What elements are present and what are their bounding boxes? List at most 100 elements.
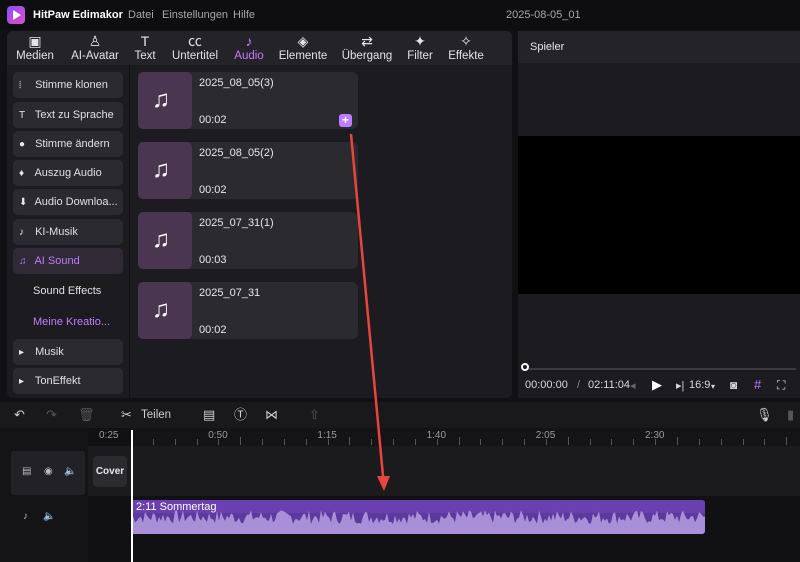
- audio-clip-label: 2:11 Sommertag: [136, 501, 217, 513]
- microphone-icon[interactable]: 🎙: [756, 407, 773, 423]
- redo-icon[interactable]: ↷: [46, 407, 57, 423]
- tool-ai-avatar[interactable]: ♙ AI-Avatar: [65, 33, 125, 65]
- ruler-tick: [698, 439, 700, 445]
- category-auszug-audio[interactable]: ♦ Auszug Audio: [13, 160, 123, 186]
- audio-item-name: 2025_07_31(1): [199, 217, 274, 229]
- tool-uebergang[interactable]: ⇄ Übergang: [338, 33, 396, 65]
- ruler-tick: [152, 439, 154, 445]
- tool-label: Effekte: [448, 50, 484, 62]
- aspect-ratio-select[interactable]: 16:9: [689, 379, 710, 391]
- export-icon[interactable]: ⇧: [309, 407, 320, 423]
- split-icon[interactable]: ✂: [121, 407, 132, 423]
- audio-clip[interactable]: 2:11 Sommertag: [131, 500, 705, 534]
- effects-icon: ✧: [460, 33, 472, 49]
- ruler-tick: [196, 439, 198, 445]
- menu-datei[interactable]: Datei: [128, 9, 154, 21]
- tool-label: Medien: [16, 50, 54, 62]
- ruler-tick: [458, 437, 460, 445]
- category-musik[interactable]: ▸ Musik: [13, 339, 123, 365]
- subcategory-meine-kreationen[interactable]: Meine Kreatio...: [13, 309, 123, 335]
- split-button[interactable]: Teilen: [141, 407, 171, 423]
- tool-label: Untertitel: [171, 50, 219, 62]
- cut-tool-icon[interactable]: ⋈: [265, 407, 278, 423]
- tool-untertitel[interactable]: ㏄ Untertitel: [167, 33, 223, 65]
- project-name: 2025-08-05_01: [506, 9, 581, 21]
- category-label: Stimme ändern: [35, 138, 110, 150]
- ruler-tick: [567, 437, 569, 445]
- ai-avatar-icon: ♙: [88, 33, 102, 49]
- settings-icon[interactable]: ▮: [787, 407, 794, 423]
- app-logo-icon: [7, 6, 25, 24]
- add-to-timeline-button[interactable]: +: [339, 114, 352, 127]
- visibility-icon[interactable]: ◉: [44, 466, 53, 477]
- ruler-label: 0:50: [208, 430, 228, 441]
- caret-right-icon: ▸: [19, 347, 25, 358]
- tool-effekte[interactable]: ✧ Effekte: [443, 33, 489, 65]
- ruler-tick: [480, 439, 482, 445]
- volume-icon[interactable]: 🔈: [64, 466, 76, 477]
- tool-audio[interactable]: ♪ Audio: [230, 33, 268, 65]
- audio-item[interactable]: ♫ 2025_08_05(2) 00:02: [138, 142, 358, 199]
- timeline-ruler[interactable]: 0:25 0:50 1:15 1:40 2:05 2:30: [99, 428, 800, 446]
- player-title: Spieler: [530, 41, 565, 53]
- timeline-toolbar: ↶ ↷ 🗑 ✂ Teilen ▤ Ⓣ ⋈ ⇧ 🎙 ▮: [0, 402, 800, 428]
- delete-icon[interactable]: 🗑: [78, 407, 95, 423]
- preview-screen[interactable]: [518, 136, 800, 294]
- menu-hilfe[interactable]: Hilfe: [233, 9, 255, 21]
- download-icon: ⬇: [19, 197, 28, 208]
- ruler-tick: [633, 439, 635, 445]
- audio-item[interactable]: ♫ 2025_07_31 00:02: [138, 282, 358, 339]
- ruler-tick: [240, 437, 242, 445]
- tool-text[interactable]: T Text: [130, 33, 160, 65]
- media-panel: ▣ Medien ♙ AI-Avatar T Text ㏄ Untertitel ♪ Au…: [7, 31, 512, 398]
- menu-einstellungen[interactable]: Einstellungen: [162, 9, 228, 21]
- audio-icon: ♪: [245, 33, 253, 49]
- camera-icon[interactable]: ◙: [730, 378, 737, 392]
- audio-waveform: [131, 510, 705, 534]
- previous-frame-icon[interactable]: ◂: [630, 379, 636, 392]
- category-audio-download[interactable]: ⬇ Audio Downloa...: [13, 189, 123, 215]
- fullscreen-icon[interactable]: ⛶: [777, 378, 785, 393]
- category-label: Meine Kreatio...: [33, 316, 111, 328]
- category-stimme-klonen[interactable]: ⦙ Stimme klonen: [13, 72, 123, 98]
- category-ai-sound[interactable]: ♫ AI Sound: [13, 248, 123, 274]
- playhead[interactable]: [131, 430, 133, 562]
- play-icon[interactable]: ▶: [652, 377, 662, 393]
- ruler-tick: [786, 437, 788, 445]
- category-label: Auszug Audio: [34, 167, 102, 179]
- text-tool-icon[interactable]: Ⓣ: [234, 407, 247, 423]
- tool-elemente[interactable]: ◈ Elemente: [275, 33, 331, 65]
- scrubber-handle[interactable]: [521, 363, 529, 371]
- transition-icon: ⇄: [361, 33, 373, 49]
- player-scrubber[interactable]: [526, 368, 796, 370]
- audio-item[interactable]: ♫ 2025_07_31(1) 00:03: [138, 212, 358, 269]
- audio-item[interactable]: ♫ 2025_08_05(3) 00:02 +: [138, 72, 358, 129]
- category-ki-musik[interactable]: ♪ KI-Musik: [13, 219, 123, 245]
- category-text-zu-sprache[interactable]: T Text zu Sprache: [13, 102, 123, 128]
- cover-button[interactable]: Cover: [93, 456, 127, 487]
- ruler-tick: [677, 437, 678, 445]
- tool-label: Text: [134, 50, 156, 62]
- category-toneffekt[interactable]: ▸ TonEffekt: [13, 368, 123, 394]
- tool-medien[interactable]: ▣ Medien: [12, 33, 58, 65]
- ruler-tick: [742, 439, 744, 445]
- current-time: 00:00:00: [525, 379, 568, 391]
- volume-icon[interactable]: 🔈: [43, 511, 55, 522]
- ruler-label: 0:25: [99, 430, 119, 441]
- subtitle-icon: ㏄: [188, 33, 202, 49]
- category-label: Audio Downloa...: [34, 196, 118, 208]
- text-to-speech-icon: T: [19, 110, 26, 121]
- undo-icon[interactable]: ↶: [14, 407, 25, 423]
- grid-icon[interactable]: #: [754, 377, 761, 392]
- chevron-down-icon[interactable]: ▾: [711, 382, 715, 391]
- category-stimme-aendern[interactable]: ● Stimme ändern: [13, 131, 123, 157]
- music-note-icon: ♫: [138, 212, 192, 269]
- subcategory-sound-effects[interactable]: Sound Effects: [13, 278, 123, 304]
- next-frame-icon[interactable]: ▸|: [676, 379, 684, 392]
- tool-filter[interactable]: ✦ Filter: [402, 33, 438, 65]
- player-header: Spieler: [518, 31, 800, 63]
- tool-label: Filter: [407, 50, 433, 62]
- subtitle-tool-icon[interactable]: ▤: [203, 407, 215, 423]
- ruler-tick: [611, 439, 613, 445]
- ruler-label: 2:30: [645, 430, 665, 441]
